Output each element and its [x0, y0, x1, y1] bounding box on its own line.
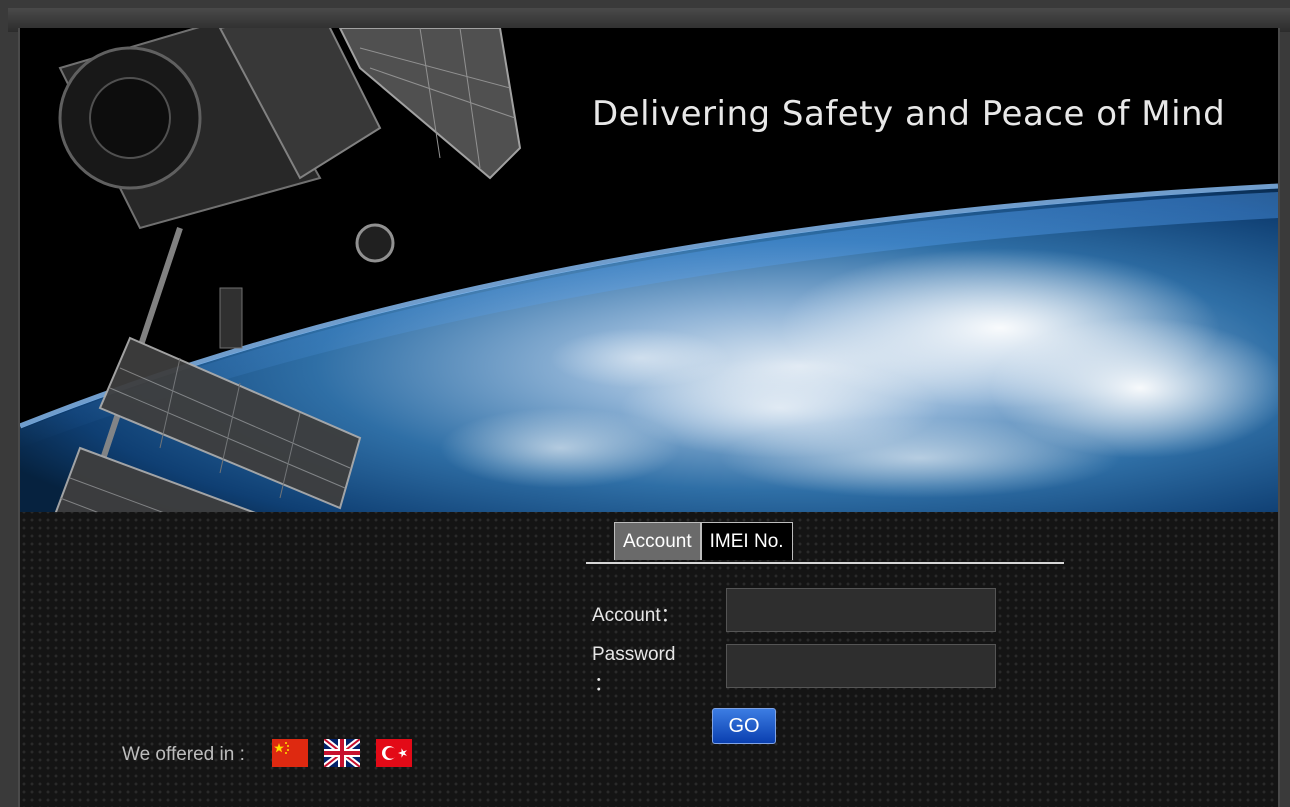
uk-flag-icon[interactable] [324, 739, 360, 767]
go-button[interactable]: GO [712, 708, 776, 744]
banner-tagline: Delivering Safety and Peace of Mind [592, 94, 1226, 134]
account-label: Account： [592, 605, 680, 626]
turkey-flag-icon[interactable] [376, 739, 412, 767]
password-label-colon: ： [594, 674, 614, 695]
password-label: Password [592, 644, 676, 665]
offered-in-label: We offered in : [122, 744, 245, 765]
account-input[interactable] [726, 588, 996, 632]
login-panel: Delivering Safety and Peace of Mind Acco… [18, 28, 1280, 807]
tab-imei[interactable]: IMEI No. [700, 522, 793, 560]
banner: Delivering Safety and Peace of Mind [20, 28, 1278, 512]
tab-account[interactable]: Account [614, 522, 701, 560]
password-input[interactable] [726, 644, 996, 688]
login-tabs: Account IMEI No. [614, 522, 793, 562]
page-background: Delivering Safety and Peace of Mind Acco… [0, 0, 1290, 807]
tab-divider [586, 562, 1064, 564]
china-flag-icon[interactable] [272, 739, 308, 767]
